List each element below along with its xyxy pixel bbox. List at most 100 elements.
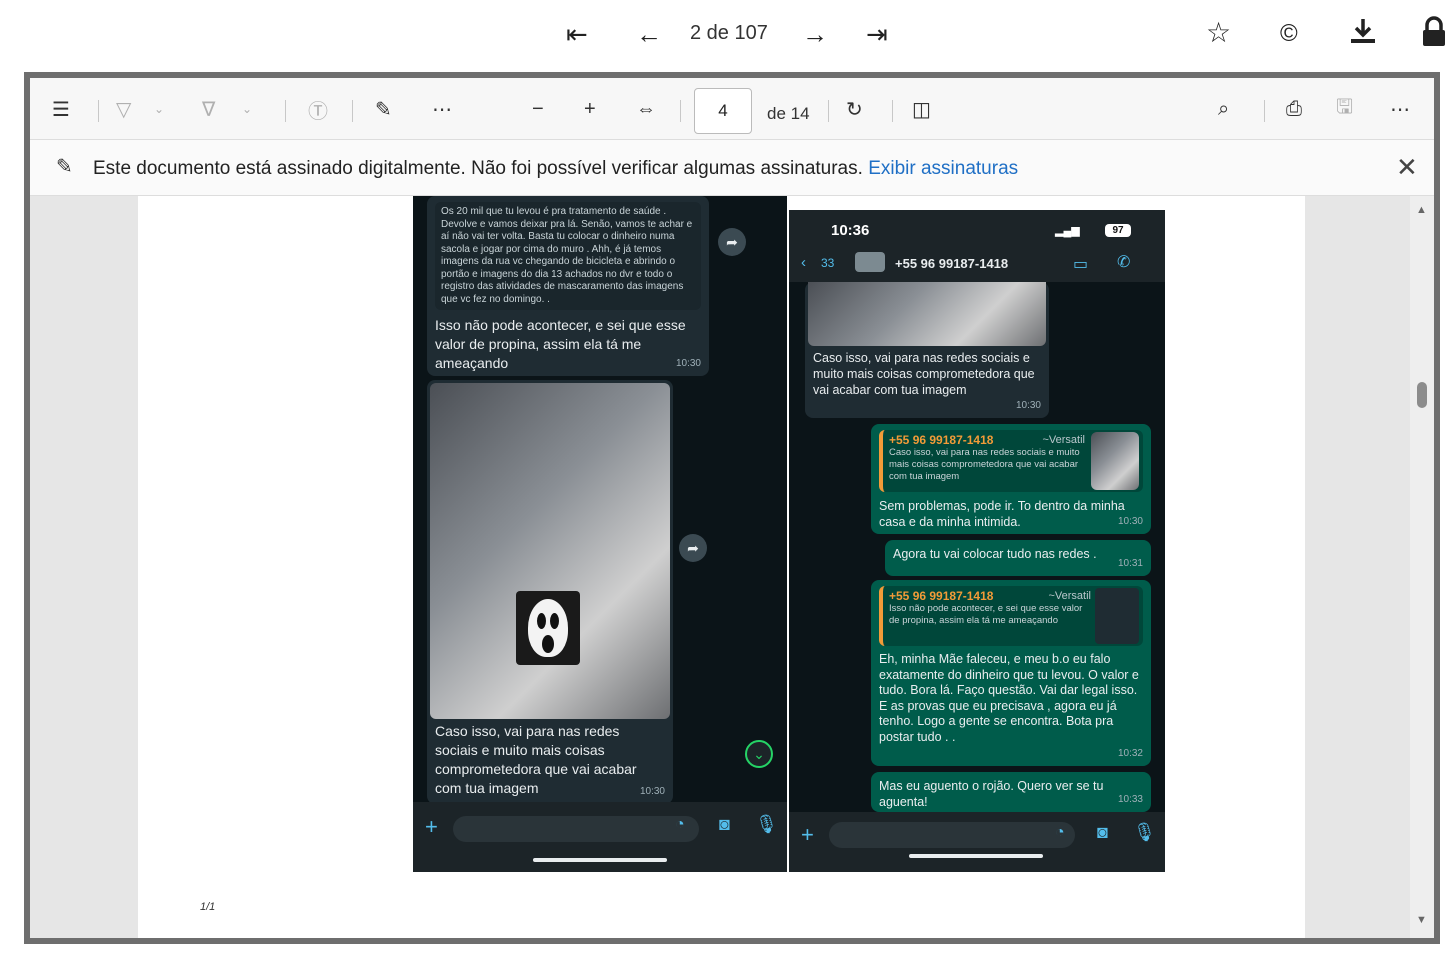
message-text: Agora tu vai colocar tudo nas redes . [893, 547, 1097, 561]
chevron-down-icon[interactable]: ⌄ [242, 95, 252, 123]
viewer-topbar: ⇤ ← 2 de 107 → ⇥ ☆ © [0, 0, 1450, 70]
quoted-photo-thumbnail [1091, 432, 1139, 490]
forward-icon[interactable]: ➦ [679, 534, 707, 562]
microphone-icon[interactable]: 🎙 [755, 814, 778, 835]
scroll-down-icon[interactable]: ⌄ [745, 740, 773, 768]
video-call-icon[interactable]: ▭ [1073, 254, 1088, 274]
contact-name[interactable]: +55 96 99187-1418 [895, 256, 1008, 271]
download-icon[interactable] [1348, 16, 1378, 46]
chat-image-message: Caso isso, vai para nas redes sociais e … [427, 380, 673, 804]
message-text: Sem problemas, pode ir. To dentro da min… [879, 499, 1125, 529]
message-time: 10:33 [1117, 794, 1143, 805]
highlight-icon[interactable]: ▽ [116, 95, 131, 123]
quoted-text-thumbnail [1095, 588, 1139, 644]
search-icon[interactable]: ⌕ [1218, 95, 1229, 123]
scrollbar-thumb[interactable] [1417, 382, 1427, 408]
chat-message: Os 20 mil que tu levou é pra tratamento … [427, 196, 709, 376]
signature-message: Este documento está assinado digitalment… [93, 158, 1019, 179]
page-view-icon[interactable]: ◫ [912, 95, 931, 123]
signature-warning-bar: ✎ Este documento está assinado digitalme… [30, 140, 1434, 196]
avatar[interactable] [855, 252, 885, 272]
signature-warning-icon: ✎ [56, 156, 73, 178]
message-time: 10:30 [1117, 516, 1143, 527]
print-icon[interactable]: ⎙ [1286, 95, 1302, 123]
draw-icon[interactable]: ∇ [202, 95, 215, 123]
chat-image-message: Caso isso, vai para nas redes sociais e … [805, 282, 1049, 418]
message-input[interactable] [829, 822, 1075, 848]
back-count: 33 [821, 256, 835, 270]
contents-icon[interactable]: ☰ [52, 95, 70, 123]
home-indicator [533, 858, 667, 862]
first-page-icon[interactable]: ⇤ [566, 14, 588, 54]
rotate-icon[interactable]: ↻ [846, 95, 863, 123]
vertical-scrollbar[interactable]: ▲ ▼ [1410, 196, 1434, 938]
view-signatures-link[interactable]: Exibir assinaturas [868, 158, 1018, 179]
document-area: 1/1 Os 20 mil que tu levou é pra tratame… [30, 196, 1434, 938]
toolbar-divider [285, 100, 286, 122]
photo-thumbnail[interactable] [808, 282, 1046, 346]
previous-arrow-icon[interactable]: ← [636, 14, 662, 54]
message-time: 10:32 [1117, 748, 1143, 759]
close-icon[interactable]: ✕ [1396, 152, 1418, 183]
chat-reply-message: +55 96 99187-1418 ~Versatil Isso não pod… [871, 580, 1151, 766]
document-pager: 2 de 107 [690, 22, 768, 44]
chat-message: Mas eu aguento o rojão. Quero ver se tu … [871, 772, 1151, 812]
signal-icon: ▂▄▆ [1055, 225, 1080, 237]
fit-width-icon[interactable]: ⇔ [636, 95, 656, 123]
scroll-up-icon[interactable]: ▲ [1416, 204, 1427, 216]
star-icon[interactable]: ☆ [1206, 16, 1231, 49]
forward-icon[interactable]: ➦ [718, 228, 746, 256]
camera-icon[interactable]: ◙ [1097, 822, 1108, 843]
chat-input-bar: + ◔ ◙ 🎙 [413, 802, 787, 872]
microphone-icon[interactable]: 🎙 [1133, 822, 1156, 843]
chat-message: Agora tu vai colocar tudo nas redes . 10… [885, 540, 1151, 576]
text-tool-icon[interactable]: Ⓣ [308, 95, 328, 123]
photo-thumbnail[interactable] [430, 383, 670, 719]
sticker-icon[interactable]: ◔ [1055, 824, 1065, 842]
sticker-icon[interactable]: ◔ [675, 816, 685, 834]
pdf-viewer-frame: ☰ ▽ ⌄ ∇ ⌄ Ⓣ ✎ ⋯ − + ⇔ 4 de 14 ↻ ◫ ⌕ ⎙ 🖫 … [24, 72, 1440, 944]
message-text: Eh, minha Mãe faleceu, e meu b.o eu falo… [879, 652, 1139, 744]
chevron-down-icon[interactable]: ⌄ [154, 95, 164, 123]
zoom-out-icon[interactable]: − [532, 95, 544, 123]
message-input[interactable] [453, 816, 699, 842]
last-page-icon[interactable]: ⇥ [866, 14, 888, 54]
page-footer-number: 1/1 [200, 901, 216, 913]
left-chat-screenshot: Os 20 mil que tu levou é pra tratamento … [413, 196, 787, 872]
message-text: Caso isso, vai para nas redes sociais e … [813, 351, 1035, 397]
signature-icon[interactable]: ✎ [375, 95, 392, 123]
message-time: 10:30 [639, 786, 665, 797]
back-icon[interactable]: ‹ [801, 254, 806, 271]
message-time: 10:30 [1015, 400, 1041, 411]
pdf-toolbar: ☰ ▽ ⌄ ∇ ⌄ Ⓣ ✎ ⋯ − + ⇔ 4 de 14 ↻ ◫ ⌕ ⎙ 🖫 … [30, 78, 1434, 140]
page-number-input[interactable]: 4 [694, 88, 752, 134]
copyright-icon[interactable]: © [1280, 20, 1298, 48]
more-tools-icon[interactable]: ⋯ [432, 95, 452, 123]
pdf-page: 1/1 Os 20 mil que tu levou é pra tratame… [138, 196, 1305, 938]
battery-icon: 97 [1105, 224, 1131, 237]
lock-icon[interactable] [1420, 16, 1448, 48]
quoted-message: +55 96 99187-1418 ~Versatil Isso não pod… [879, 586, 1143, 646]
plus-icon[interactable]: + [425, 814, 438, 840]
home-indicator [909, 854, 1043, 858]
toolbar-divider [892, 100, 893, 122]
save-icon[interactable]: 🖫 [1336, 95, 1353, 123]
toolbar-divider [352, 100, 353, 122]
chat-input-bar: + ◔ ◙ 🎙 [789, 812, 1165, 872]
plus-icon[interactable]: + [801, 822, 814, 848]
toolbar-divider [98, 100, 99, 122]
zoom-in-icon[interactable]: + [584, 95, 596, 123]
message-text: Mas eu aguento o rojão. Quero ver se tu … [879, 779, 1104, 809]
page-total: de 14 [767, 104, 810, 123]
phone-icon[interactable]: ✆ [1117, 252, 1130, 272]
scroll-down-icon[interactable]: ▼ [1416, 914, 1427, 926]
more-options-icon[interactable]: ⋯ [1390, 95, 1410, 123]
status-time: 10:36 [831, 222, 870, 239]
camera-icon[interactable]: ◙ [719, 814, 730, 835]
message-time: 10:31 [1117, 558, 1143, 569]
message-text: Isso não pode acontecer, e sei que esse … [435, 317, 686, 371]
right-chat-screenshot: 10:36 ▂▄▆ 97 ‹ 33 +55 96 99187-1418 ▭ ✆ … [789, 210, 1165, 872]
next-arrow-icon[interactable]: → [802, 14, 828, 54]
message-time: 10:30 [675, 358, 701, 369]
toolbar-divider [1264, 100, 1265, 122]
